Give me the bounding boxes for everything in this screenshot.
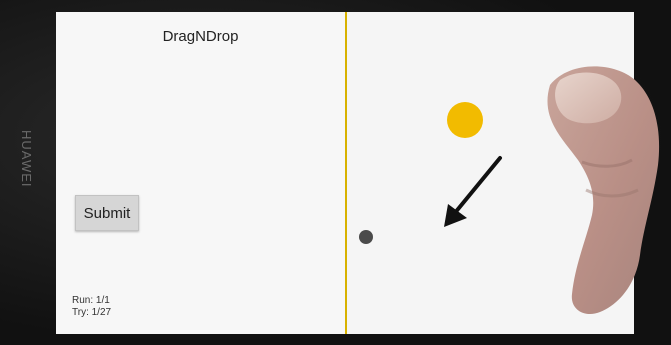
- target-dot[interactable]: [359, 230, 373, 244]
- stats-block: Run: 1/1 Try: 1/27: [72, 295, 111, 319]
- phone-screen: DragNDrop Submit Run: 1/1 Try: 1/27: [56, 12, 634, 334]
- left-pane: DragNDrop Submit Run: 1/1 Try: 1/27: [56, 12, 345, 334]
- draggable-circle[interactable]: [447, 102, 483, 138]
- try-counter: Try: 1/27: [72, 307, 112, 318]
- submit-button[interactable]: Submit: [75, 195, 139, 231]
- brand-label: HUAWEI: [19, 130, 34, 188]
- app-title: DragNDrop: [162, 28, 239, 45]
- right-pane: [347, 12, 634, 334]
- run-counter: Run: 1/1: [72, 295, 110, 306]
- photo-frame: HUAWEI DragNDrop Submit Run: 1/1 Try: 1/…: [0, 0, 671, 345]
